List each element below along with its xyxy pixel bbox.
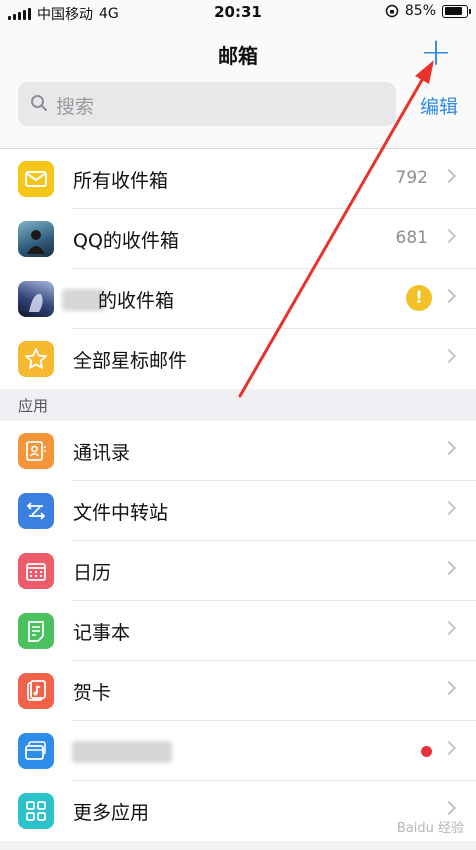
watermark: Baidu 经验 bbox=[396, 821, 464, 836]
chevron-right-icon bbox=[441, 560, 457, 576]
chevron-right-icon bbox=[441, 440, 457, 456]
avatar-image bbox=[18, 221, 54, 257]
mailbox-label: 的收件箱 bbox=[98, 290, 175, 312]
app-calendar[interactable]: 日历 bbox=[0, 541, 476, 601]
chevron-right-icon bbox=[441, 740, 457, 756]
battery-percent: 85% bbox=[404, 3, 436, 19]
mailbox-all-inbox[interactable]: 所有收件箱 792 bbox=[0, 149, 476, 209]
app-label: 贺卡 bbox=[73, 682, 112, 704]
chevron-right-icon bbox=[441, 228, 457, 244]
chevron-right-icon bbox=[441, 288, 457, 304]
mailbox-label: 所有收件箱 bbox=[73, 170, 169, 192]
rotation-lock-icon bbox=[385, 4, 399, 18]
app-contacts[interactable]: 通讯录 bbox=[0, 421, 476, 481]
battery-icon bbox=[442, 4, 471, 18]
app-label: 记事本 bbox=[73, 622, 131, 644]
search-placeholder: 搜索 bbox=[56, 96, 95, 118]
section-title: 应用 bbox=[18, 397, 49, 415]
app-notebook[interactable]: 记事本 bbox=[0, 601, 476, 661]
chevron-right-icon bbox=[441, 348, 457, 364]
section-header-apps: 应用 bbox=[0, 390, 476, 420]
chevron-right-icon bbox=[441, 500, 457, 516]
app-label: 文件中转站 bbox=[73, 502, 169, 524]
search-input[interactable]: 搜索 bbox=[18, 82, 396, 126]
mailbox-label: 全部星标邮件 bbox=[73, 350, 188, 372]
warning-badge: ! bbox=[406, 285, 432, 311]
contacts-icon bbox=[18, 433, 54, 469]
edit-button[interactable]: 编辑 bbox=[420, 92, 458, 119]
page-title: 邮箱 bbox=[218, 44, 258, 68]
apps-list: 通讯录 文件中转站 日历 记事本 贺卡 更多应用 bbox=[0, 421, 476, 841]
status-bar: 中国移动 4G 20:31 85% bbox=[0, 0, 476, 24]
card-stack-icon bbox=[18, 733, 54, 769]
mailbox-qq-inbox[interactable]: QQ的收件箱 681 bbox=[0, 209, 476, 269]
grid-icon bbox=[18, 793, 54, 829]
chevron-right-icon bbox=[441, 168, 457, 184]
calendar-icon bbox=[18, 553, 54, 589]
chevron-right-icon bbox=[441, 620, 457, 636]
star-icon bbox=[18, 341, 54, 377]
card-icon bbox=[18, 673, 54, 709]
chevron-right-icon bbox=[441, 680, 457, 696]
unread-count: 681 bbox=[395, 228, 428, 248]
envelope-icon bbox=[18, 161, 54, 197]
avatar-image bbox=[18, 281, 54, 317]
notebook-icon bbox=[18, 613, 54, 649]
app-label: 通讯录 bbox=[73, 442, 131, 464]
header: 邮箱 + 搜索 编辑 bbox=[0, 24, 476, 149]
app-file-transfer[interactable]: 文件中转站 bbox=[0, 481, 476, 541]
app-card-pack[interactable] bbox=[0, 721, 476, 781]
chevron-right-icon bbox=[441, 800, 457, 816]
plus-icon[interactable]: + bbox=[418, 32, 454, 72]
unread-count: 792 bbox=[395, 168, 428, 188]
mailbox-list: 所有收件箱 792 QQ的收件箱 681 的收件箱 ! 全部星标邮件 bbox=[0, 149, 476, 389]
app-label: 日历 bbox=[73, 562, 112, 584]
mailbox-label: QQ的收件箱 bbox=[73, 230, 179, 252]
search-icon bbox=[31, 95, 47, 111]
app-greeting-card[interactable]: 贺卡 bbox=[0, 661, 476, 721]
app-label: 更多应用 bbox=[73, 802, 150, 824]
transfer-icon bbox=[18, 493, 54, 529]
mailbox-starred[interactable]: 全部星标邮件 bbox=[0, 329, 476, 389]
notification-dot bbox=[421, 746, 432, 757]
mailbox-account-inbox[interactable]: 的收件箱 ! bbox=[0, 269, 476, 329]
